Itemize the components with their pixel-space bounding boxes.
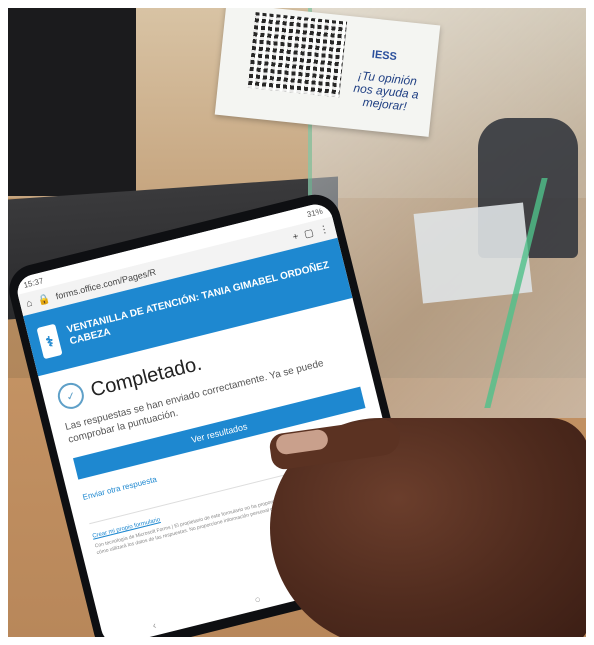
tabs-icon[interactable]: ▢: [303, 227, 315, 240]
lock-icon: 🔒: [36, 292, 52, 307]
menu-icon[interactable]: ⋮: [318, 223, 330, 236]
sign-text: ¡Tu opinión nos ayuda a mejorar!: [352, 68, 420, 114]
back-icon[interactable]: ‹: [152, 620, 158, 631]
qr-code-icon: [247, 12, 348, 98]
home-icon[interactable]: ⌂: [25, 297, 34, 309]
status-time: 15:37: [22, 275, 45, 290]
institution-logo-icon: ⚕: [36, 323, 63, 360]
home-button-icon[interactable]: ○: [254, 594, 263, 606]
sign-logo: IESS: [371, 48, 398, 64]
new-tab-icon[interactable]: +: [292, 231, 300, 243]
photo-scene: IESS ¡Tu opinión nos ayuda a mejorar! 15…: [8, 8, 586, 637]
award-badge-icon: ✓: [55, 380, 87, 412]
status-battery: 31%: [305, 206, 324, 219]
computer-monitor: [8, 8, 136, 196]
feedback-sign: IESS ¡Tu opinión nos ayuda a mejorar!: [214, 8, 441, 137]
